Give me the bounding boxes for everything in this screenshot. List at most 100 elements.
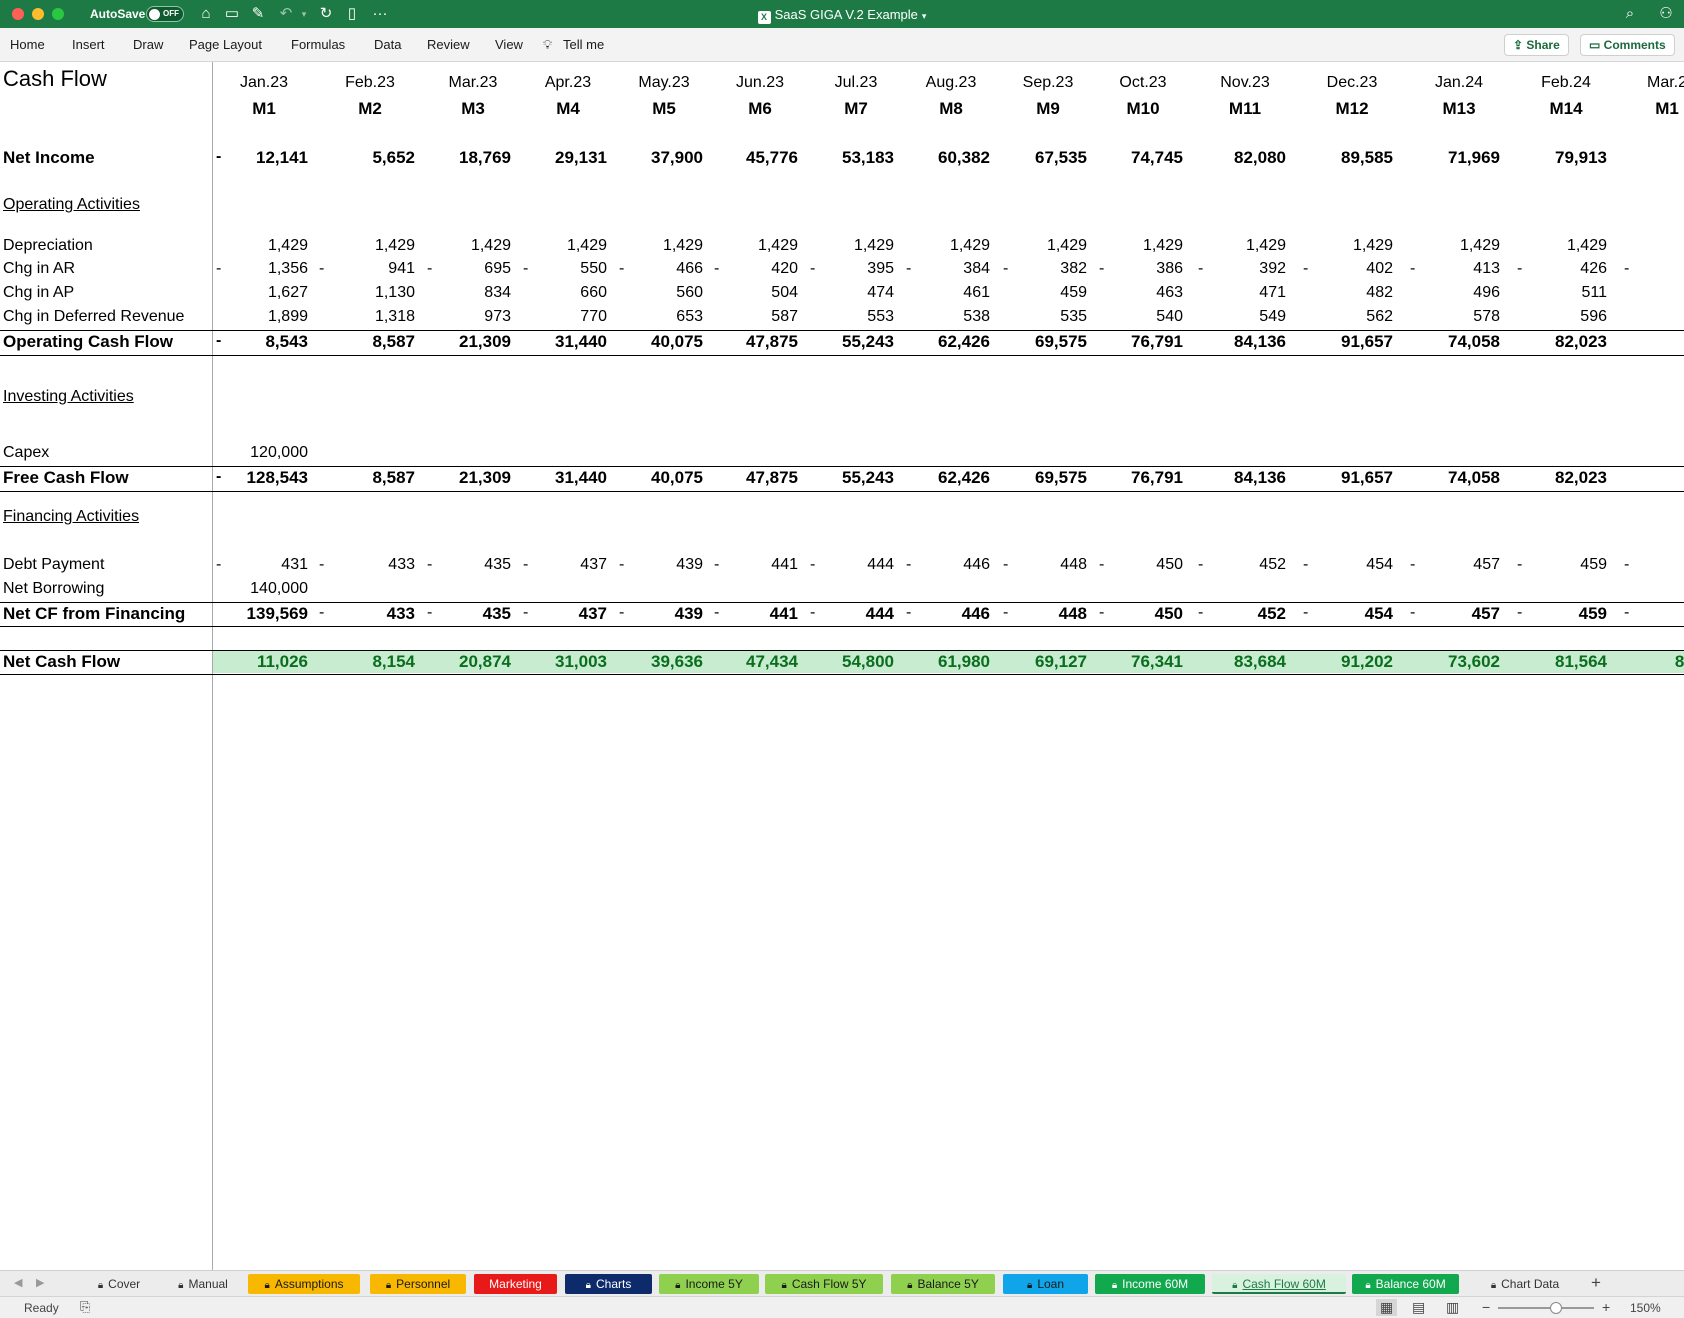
tab-review[interactable]: Review: [427, 37, 470, 52]
value-cell[interactable]: 8,587: [319, 468, 415, 488]
value-cell[interactable]: 413: [1404, 260, 1500, 278]
value-cell[interactable]: 60,382: [894, 148, 990, 168]
value-cell[interactable]: 1,429: [511, 237, 607, 255]
value-cell[interactable]: 459: [1511, 604, 1607, 624]
value-cell[interactable]: 1,899: [212, 308, 308, 326]
sheet-tab-chart-data[interactable]: 🔒︎ Chart Data: [1469, 1274, 1581, 1294]
value-cell[interactable]: 74,745: [1087, 148, 1183, 168]
zoom-slider[interactable]: [1498, 1302, 1594, 1314]
value-cell[interactable]: 84,136: [1190, 468, 1286, 488]
value-cell[interactable]: 140,000: [212, 580, 308, 598]
value-cell[interactable]: 76,791: [1087, 332, 1183, 352]
value-cell[interactable]: 1,356: [212, 260, 308, 278]
tab-draw[interactable]: Draw: [133, 37, 163, 52]
value-cell[interactable]: 79,913: [1511, 148, 1607, 168]
value-cell[interactable]: 62,426: [894, 468, 990, 488]
value-cell[interactable]: 1,429: [415, 237, 511, 255]
value-cell[interactable]: 452: [1190, 604, 1286, 624]
page-break-view-icon[interactable]: ▥: [1446, 1299, 1459, 1316]
sheet-tab-balance-5y[interactable]: 🔒︎ Balance 5Y: [891, 1274, 995, 1294]
value-cell[interactable]: 471: [1190, 284, 1286, 302]
zoom-slider-thumb[interactable]: [1550, 1302, 1562, 1314]
value-cell[interactable]: 535: [991, 308, 1087, 326]
value-cell[interactable]: 74,058: [1404, 332, 1500, 352]
tab-formulas[interactable]: Formulas: [291, 37, 345, 52]
tab-insert[interactable]: Insert: [72, 37, 105, 52]
value-cell[interactable]: 1,429: [1190, 237, 1286, 255]
value-cell[interactable]: 1,429: [1087, 237, 1183, 255]
value-cell[interactable]: 31,440: [511, 332, 607, 352]
value-cell[interactable]: 61,980: [894, 652, 990, 672]
accessibility-icon[interactable]: ⎘: [80, 1299, 90, 1315]
value-cell[interactable]: 55,243: [798, 332, 894, 352]
sheet-tab-cover[interactable]: 🔒︎ Cover: [78, 1274, 160, 1294]
value-cell[interactable]: 461: [894, 284, 990, 302]
value-cell[interactable]: 538: [894, 308, 990, 326]
value-cell[interactable]: 454: [1297, 556, 1393, 574]
zoom-out-icon[interactable]: −: [1482, 1299, 1490, 1315]
sheet-tab-balance-60m[interactable]: 🔒︎ Balance 60M: [1352, 1274, 1459, 1294]
value-cell[interactable]: 1,429: [991, 237, 1087, 255]
value-cell[interactable]: 1,429: [607, 237, 703, 255]
value-cell[interactable]: 1,429: [1404, 237, 1500, 255]
value-cell[interactable]: 474: [798, 284, 894, 302]
value-cell[interactable]: 770: [511, 308, 607, 326]
value-cell[interactable]: 1,429: [319, 237, 415, 255]
value-cell[interactable]: 84,136: [1190, 332, 1286, 352]
value-cell[interactable]: 459: [1511, 556, 1607, 574]
value-cell[interactable]: 1,318: [319, 308, 415, 326]
value-cell[interactable]: 90: [1612, 468, 1684, 488]
comments-button[interactable]: ▭ Comments: [1580, 34, 1675, 56]
value-cell[interactable]: 8,587: [319, 332, 415, 352]
value-cell[interactable]: 128,543: [212, 468, 308, 488]
value-cell[interactable]: 47,875: [702, 468, 798, 488]
value-cell[interactable]: 459: [991, 284, 1087, 302]
value-cell[interactable]: 596: [1511, 308, 1607, 326]
value-cell[interactable]: 941: [319, 260, 415, 278]
value-cell[interactable]: 74,058: [1404, 468, 1500, 488]
value-cell[interactable]: 562: [1297, 308, 1393, 326]
value-cell[interactable]: 402: [1297, 260, 1393, 278]
value-cell[interactable]: 1,130: [319, 284, 415, 302]
value-cell[interactable]: 37,900: [607, 148, 703, 168]
value-cell[interactable]: 431: [212, 556, 308, 574]
value-cell[interactable]: 452: [1190, 556, 1286, 574]
share-button[interactable]: ⇪ Share: [1504, 34, 1569, 56]
value-cell[interactable]: 433: [319, 604, 415, 624]
value-cell[interactable]: 139,569: [212, 604, 308, 624]
value-cell[interactable]: 12,141: [212, 148, 308, 168]
value-cell[interactable]: 62,426: [894, 332, 990, 352]
value-cell[interactable]: 21,309: [415, 332, 511, 352]
tab-view[interactable]: View: [495, 37, 523, 52]
value-cell[interactable]: 89,585: [1297, 148, 1393, 168]
value-cell[interactable]: 5,652: [319, 148, 415, 168]
value-cell[interactable]: 457: [1404, 556, 1500, 574]
zoom-in-icon[interactable]: +: [1602, 1299, 1610, 1315]
value-cell[interactable]: 8,543: [212, 332, 308, 352]
worksheet[interactable]: Cash Flow Jan.23 M1 Feb.23 M2 Mar.23 M3 Apr.23…: [0, 62, 1684, 1270]
value-cell[interactable]: 463: [1087, 284, 1183, 302]
value-cell[interactable]: 69,575: [991, 332, 1087, 352]
add-sheet-icon[interactable]: +: [1591, 1273, 1601, 1293]
value-cell[interactable]: 433: [319, 556, 415, 574]
tell-me-search[interactable]: Tell me: [563, 37, 604, 52]
value-cell[interactable]: 20,874: [415, 652, 511, 672]
value-cell[interactable]: 47,875: [702, 332, 798, 352]
value-cell[interactable]: 81,564: [1511, 652, 1607, 672]
value-cell[interactable]: 91,657: [1297, 468, 1393, 488]
value-cell[interactable]: 82,023: [1511, 332, 1607, 352]
value-cell[interactable]: 578: [1404, 308, 1500, 326]
value-cell[interactable]: 454: [1297, 604, 1393, 624]
value-cell[interactable]: 47,434: [702, 652, 798, 672]
scroll-tabs-left-icon[interactable]: ◀: [14, 1276, 22, 1289]
value-cell[interactable]: 1: [1612, 237, 1684, 255]
sheet-tab-cash-flow-60m[interactable]: 🔒︎ Cash Flow 60M: [1212, 1274, 1346, 1294]
zoom-level[interactable]: 150%: [1630, 1301, 1661, 1315]
value-cell[interactable]: 83,684: [1190, 652, 1286, 672]
value-cell[interactable]: 76,341: [1087, 652, 1183, 672]
value-cell[interactable]: 653: [607, 308, 703, 326]
value-cell[interactable]: 426: [1511, 260, 1607, 278]
value-cell[interactable]: 392: [1190, 260, 1286, 278]
value-cell[interactable]: 973: [415, 308, 511, 326]
value-cell[interactable]: 549: [1190, 308, 1286, 326]
